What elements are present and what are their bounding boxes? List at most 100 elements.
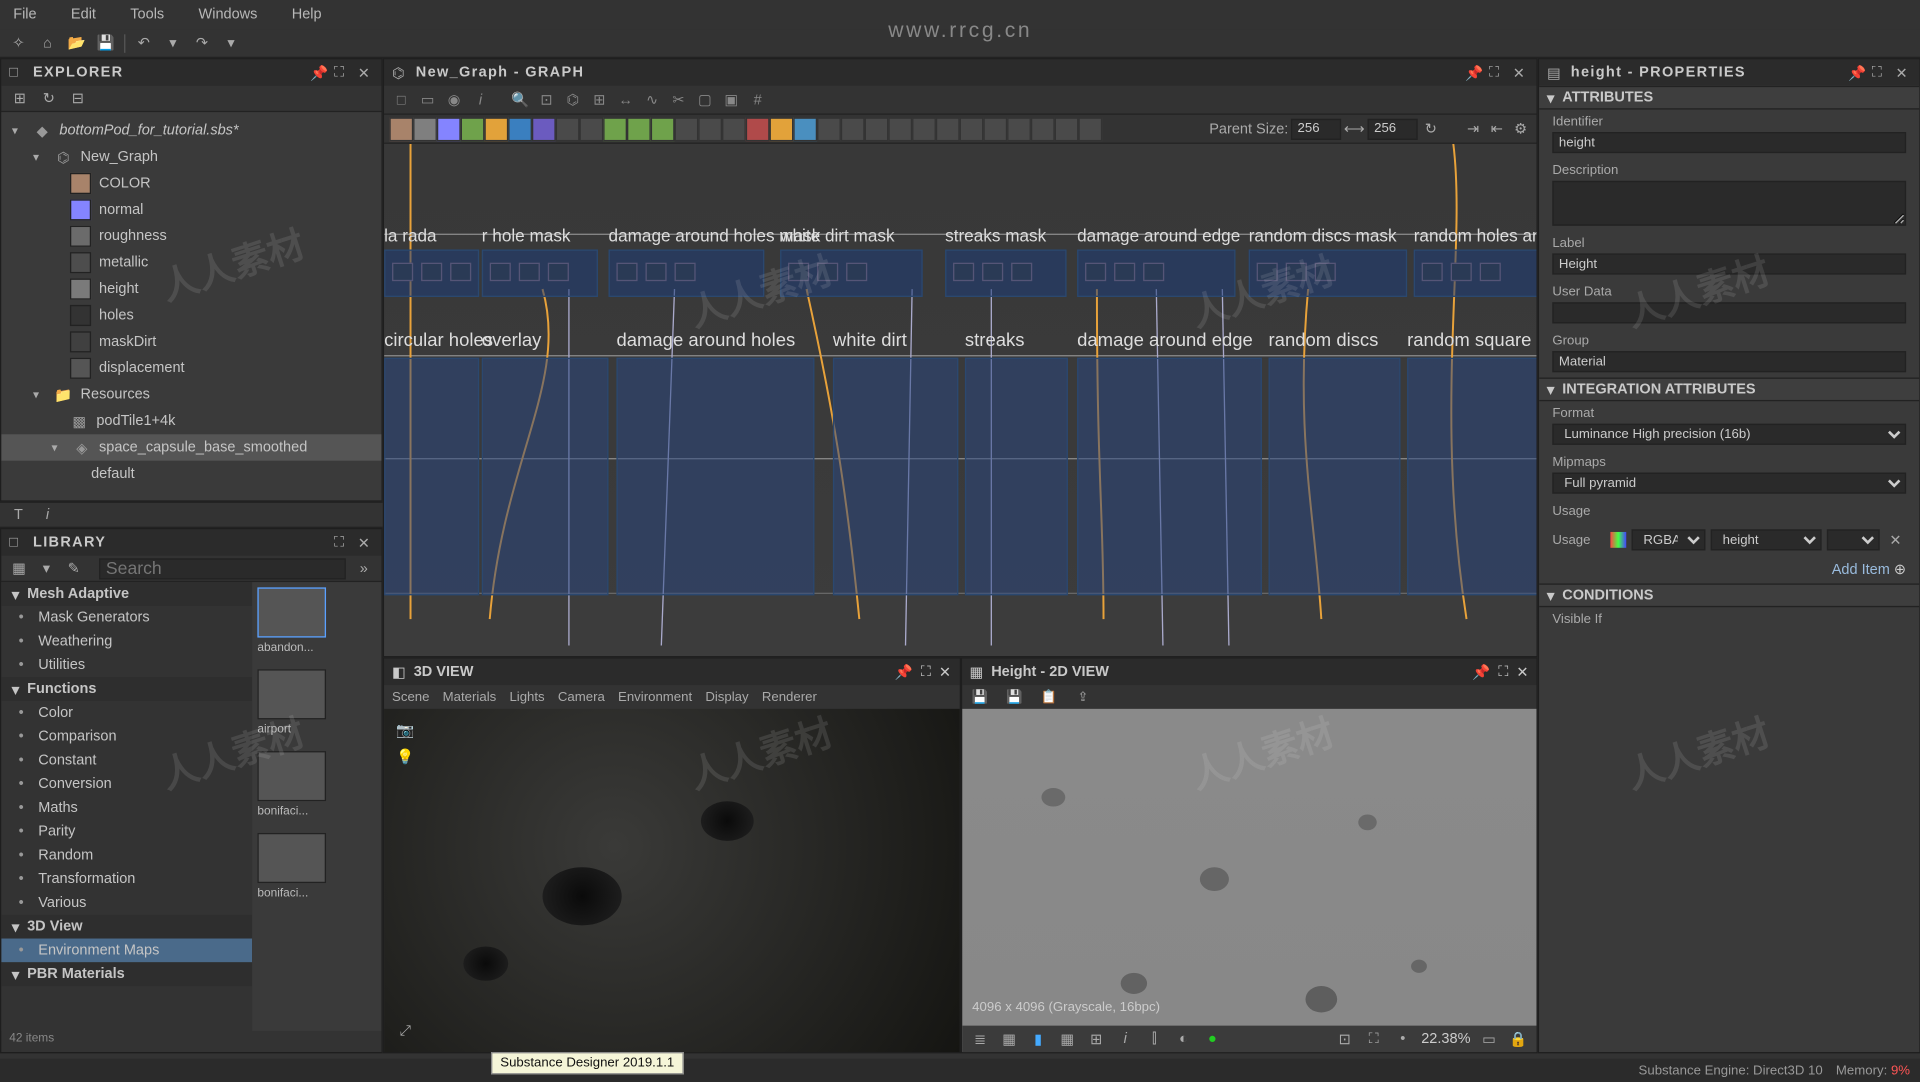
- graph-node[interactable]: [1257, 263, 1278, 281]
- graph-node[interactable]: [1011, 263, 1032, 281]
- node-palette-button[interactable]: [1055, 117, 1079, 141]
- channel-r-icon[interactable]: ▮: [1028, 1028, 1049, 1049]
- node-palette-button[interactable]: [912, 117, 936, 141]
- node-palette-button[interactable]: [936, 117, 960, 141]
- label-input[interactable]: [1552, 253, 1906, 274]
- axis-icon[interactable]: ⤢: [395, 1020, 416, 1041]
- tree-output-holes[interactable]: holes: [1, 302, 381, 328]
- graph-tb-link-icon[interactable]: ↔: [614, 88, 638, 112]
- node-palette-button[interactable]: [983, 117, 1007, 141]
- undo-icon[interactable]: ↶: [133, 32, 154, 53]
- graph-node[interactable]: [1085, 263, 1106, 281]
- node-palette-button[interactable]: [817, 117, 841, 141]
- node-palette-button[interactable]: [389, 117, 413, 141]
- graph-node[interactable]: [1286, 263, 1307, 281]
- new-icon[interactable]: ✧: [8, 32, 29, 53]
- graph-node[interactable]: [392, 263, 413, 281]
- node-palette-button[interactable]: [484, 117, 508, 141]
- library-category[interactable]: ▾3D View: [1, 915, 252, 939]
- node-palette-button[interactable]: [675, 117, 699, 141]
- node-palette-button[interactable]: [1007, 117, 1031, 141]
- mipmaps-select[interactable]: Full pyramid: [1552, 473, 1906, 494]
- view3d-menu[interactable]: Materials: [443, 690, 497, 705]
- graph-tb-detail-icon[interactable]: ▭: [416, 88, 440, 112]
- v2d-close-icon[interactable]: ✕: [1516, 663, 1528, 680]
- library-thumb[interactable]: [257, 587, 326, 637]
- v3d-pin-icon[interactable]: 📌: [895, 663, 913, 680]
- link-size-icon[interactable]: ⟷: [1344, 118, 1365, 139]
- library-category[interactable]: •Parity: [1, 820, 252, 844]
- identifier-input[interactable]: [1552, 132, 1906, 153]
- tree-graph[interactable]: ▾⌬ New_Graph: [1, 144, 381, 170]
- undo-dropdown-icon[interactable]: ▾: [162, 32, 183, 53]
- node-palette-button[interactable]: [532, 117, 556, 141]
- node-palette-button[interactable]: [1078, 117, 1102, 141]
- graph-node[interactable]: [1451, 263, 1472, 281]
- library-category[interactable]: •Utilities: [1, 653, 252, 677]
- usage-value-select[interactable]: height: [1711, 529, 1822, 550]
- center-icon[interactable]: ⊡: [1334, 1028, 1355, 1049]
- library-category[interactable]: •Comparison: [1, 725, 252, 749]
- graph-node[interactable]: [675, 263, 696, 281]
- library-thumb[interactable]: [257, 833, 326, 883]
- menu-file[interactable]: File: [5, 4, 44, 25]
- tree-root[interactable]: ▾◆ bottomPod_for_tutorial.sbs*: [1, 117, 381, 143]
- graph-node[interactable]: [421, 263, 442, 281]
- node-palette-button[interactable]: [556, 117, 580, 141]
- search-expand-icon[interactable]: »: [354, 558, 373, 579]
- graph-node[interactable]: [548, 263, 569, 281]
- chevron-down-icon[interactable]: ▾: [1547, 587, 1554, 604]
- graph-node[interactable]: [1480, 263, 1501, 281]
- rec-icon[interactable]: ●: [1202, 1028, 1223, 1049]
- node-palette-button[interactable]: [865, 117, 889, 141]
- close-icon[interactable]: ✕: [358, 65, 374, 81]
- node-palette-button[interactable]: [888, 117, 912, 141]
- grid-icon[interactable]: ▦: [1057, 1028, 1078, 1049]
- menu-tools[interactable]: Tools: [122, 4, 172, 25]
- info-icon[interactable]: i: [1115, 1028, 1136, 1049]
- graph-max-icon[interactable]: ⛶: [1489, 65, 1505, 81]
- node-palette-button[interactable]: [603, 117, 627, 141]
- actual-icon[interactable]: ▭: [1478, 1028, 1499, 1049]
- graph-frame[interactable]: [1269, 358, 1401, 596]
- node-palette-button[interactable]: [722, 117, 746, 141]
- graph-node[interactable]: [490, 263, 511, 281]
- menu-help[interactable]: Help: [284, 4, 330, 25]
- graph-tb-layout-icon[interactable]: ⌬: [561, 88, 585, 112]
- node-palette-button[interactable]: [1031, 117, 1055, 141]
- graph-node[interactable]: [953, 263, 974, 281]
- lock-icon[interactable]: 🔒: [1507, 1028, 1528, 1049]
- graph-tb-fit-icon[interactable]: ⊡: [535, 88, 559, 112]
- graph-pin-icon[interactable]: 📌: [1465, 65, 1481, 81]
- graph-opts-icon[interactable]: ⚙: [1510, 118, 1531, 139]
- graph-frame[interactable]: [384, 358, 479, 596]
- prop-max-icon[interactable]: ⛶: [1872, 65, 1888, 81]
- lib-view-icon[interactable]: ▦: [9, 558, 28, 579]
- tree-resources[interactable]: ▾📁 Resources: [1, 381, 381, 407]
- library-search-input[interactable]: [99, 558, 346, 579]
- node-palette-button[interactable]: [793, 117, 817, 141]
- graph-close-icon[interactable]: ✕: [1513, 65, 1529, 81]
- v2d-saveall-icon[interactable]: 💾: [1004, 686, 1025, 707]
- graph-tb-grid-icon[interactable]: #: [746, 88, 770, 112]
- v2d-max-icon[interactable]: ⛶: [1498, 663, 1508, 680]
- graph-frame[interactable]: [482, 358, 609, 596]
- node-palette-button[interactable]: [770, 117, 794, 141]
- refresh-icon[interactable]: ↻: [38, 88, 59, 109]
- graph-frame[interactable]: [616, 358, 814, 596]
- graph-tb-align-icon[interactable]: ⊞: [587, 88, 611, 112]
- parent-size-h[interactable]: [1368, 118, 1418, 139]
- graph-tb-compact-icon[interactable]: □: [389, 88, 413, 112]
- v3d-max-icon[interactable]: ⛶: [921, 663, 931, 680]
- node-palette-button[interactable]: [960, 117, 984, 141]
- description-input[interactable]: [1552, 181, 1906, 226]
- lib-max-icon[interactable]: ⛶: [334, 535, 350, 551]
- node-palette-button[interactable]: [841, 117, 865, 141]
- v3d-close-icon[interactable]: ✕: [939, 663, 951, 680]
- graph-node[interactable]: [982, 263, 1003, 281]
- view3d-menu[interactable]: Environment: [618, 690, 692, 705]
- library-thumb[interactable]: [257, 751, 326, 801]
- view3d-canvas[interactable]: 📷 💡 ⤢: [384, 709, 959, 1052]
- graph-frame[interactable]: [1077, 358, 1262, 596]
- graph-tb-cut-icon[interactable]: ✂: [667, 88, 691, 112]
